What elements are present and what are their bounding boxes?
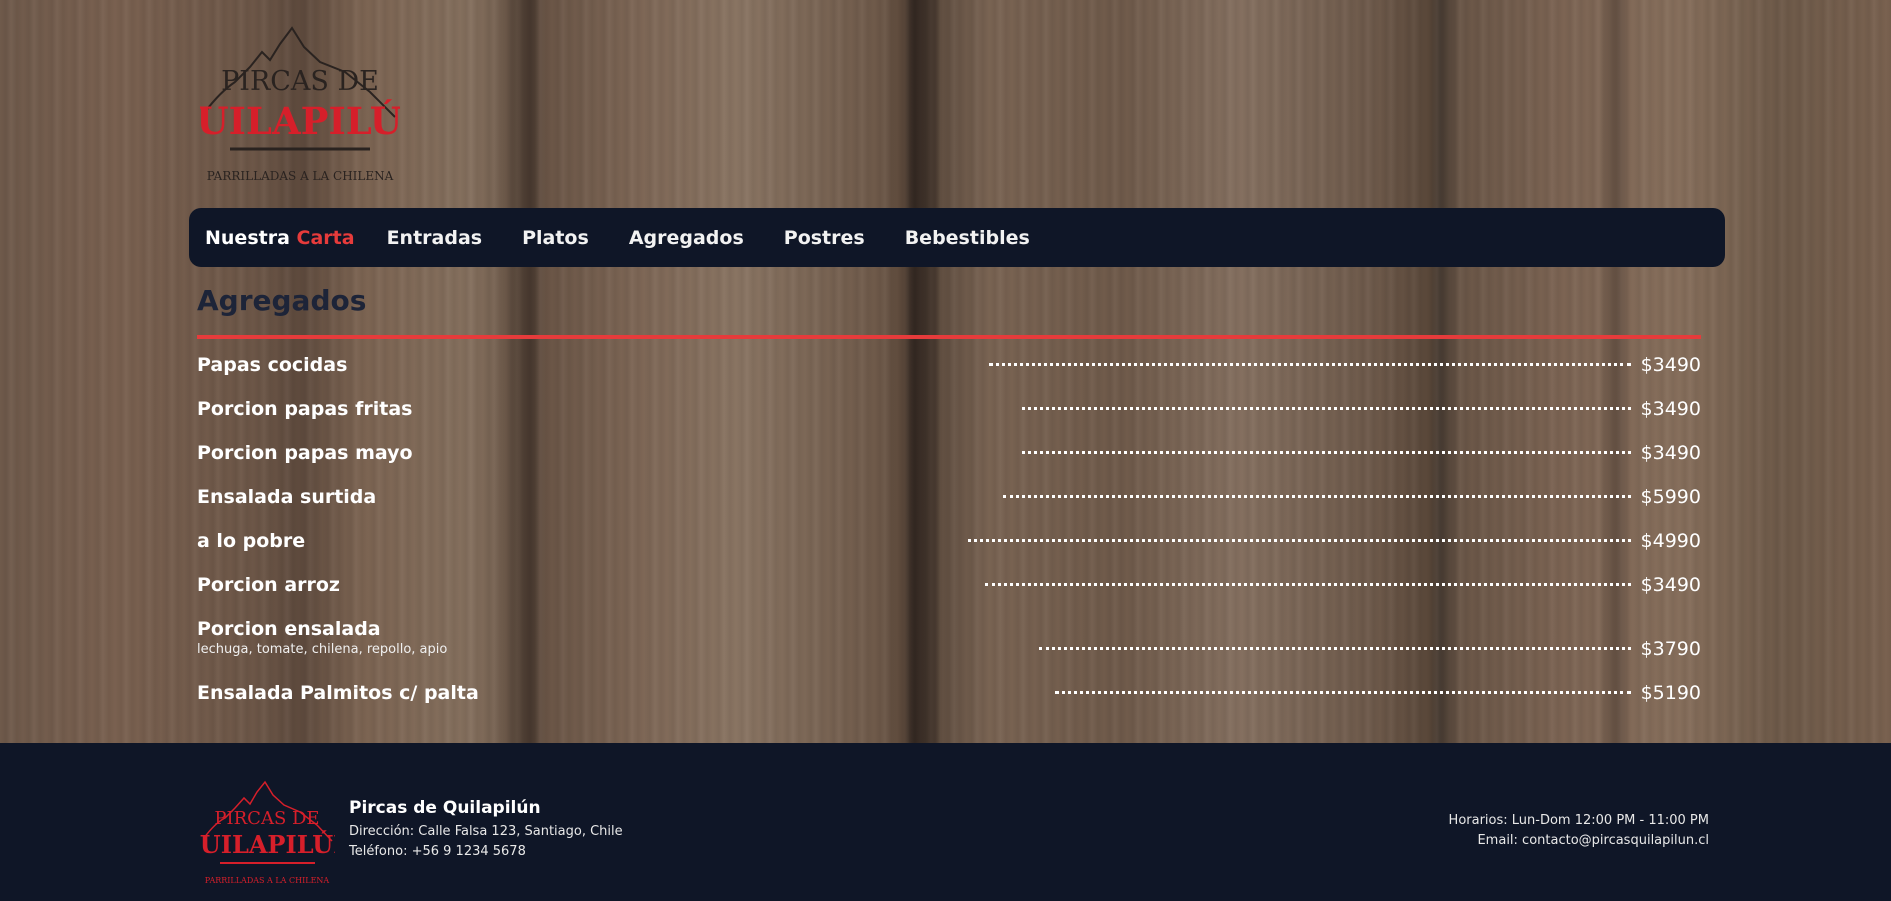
menu-item-text: Porcion ensalada lechuga, tomate, chilen… (197, 616, 447, 658)
menu-item-dots (967, 528, 1631, 542)
footer-business-name: Pircas de Quilapilún (349, 798, 541, 818)
nav-brand[interactable]: Nuestra Carta (205, 227, 355, 249)
menu-item-price: $3490 (1640, 574, 1702, 596)
menu-item-dots (1003, 484, 1631, 498)
menu-item-price: $3790 (1640, 638, 1701, 660)
site-footer: PIRCAS DE QUILAPILÚN PARRILLADAS A LA CH… (0, 743, 1891, 901)
menu-item-text: Porcion papas mayo (197, 440, 413, 466)
site-logo[interactable]: PIRCAS DE QUILAPILÚN PARRILLADAS A LA CH… (164, 22, 436, 187)
section-title: Agregados (197, 284, 367, 317)
menu-item-price: $3490 (1640, 442, 1702, 464)
menu-items-list: Papas cocidas $3490 Porcion papas fritas… (197, 352, 1701, 724)
menu-item-text: Porcion papas fritas (197, 396, 412, 422)
nav-brand-prefix: Nuestra (205, 226, 290, 249)
footer-logo-graphic: PIRCAS DE QUILAPILÚN PARRILLADAS A LA CH… (179, 780, 355, 885)
logo-graphic: PIRCAS DE QUILAPILÚN PARRILLADAS A LA CH… (164, 26, 436, 183)
menu-item-name: Porcion ensalada (197, 618, 381, 640)
menu-item-name: Ensalada surtida (197, 486, 377, 508)
menu-item-description: lechuga, tomate, chilena, repollo, apio (197, 642, 448, 657)
logo-top-text: PIRCAS DE (221, 66, 379, 97)
footer-phone: Teléfono: +56 9 1234 5678 (349, 844, 526, 859)
menu-item-name: Papas cocidas (197, 354, 348, 376)
menu-item-text: Ensalada Palmitos c/ palta (197, 680, 479, 706)
footer-email: Email: contacto@pircasquilapilun.cl (1477, 833, 1709, 848)
menu-item: Porcion arroz $3490 (197, 572, 1701, 616)
nav-link-agregados[interactable]: Agregados (629, 227, 744, 249)
menu-item-price: $5190 (1640, 682, 1702, 704)
menu-item-text: Porcion arroz (197, 572, 340, 598)
menu-item-name: Ensalada Palmitos c/ palta (197, 682, 479, 704)
menu-item-dots (1038, 616, 1631, 650)
menu-item: Ensalada surtida $5990 (197, 484, 1701, 528)
menu-item-price: $4990 (1640, 530, 1701, 552)
menu-item: Ensalada Palmitos c/ palta $5190 (197, 680, 1701, 724)
menu-item-name: a lo pobre (197, 530, 306, 552)
footer-contact-info: Pircas de Quilapilún Dirección: Calle Fa… (349, 798, 623, 862)
nav-brand-accent: Carta (296, 226, 355, 249)
footer-logo[interactable]: PIRCAS DE QUILAPILÚN PARRILLADAS A LA CH… (179, 778, 355, 888)
logo-main-text: QUILAPILÚN (200, 99, 400, 143)
menu-item: Porcion ensalada lechuga, tomate, chilen… (197, 616, 1701, 680)
menu-item-price: $3490 (1640, 354, 1702, 376)
menu-item-text: Ensalada surtida (197, 484, 376, 510)
menu-item-dots (988, 352, 1631, 366)
menu-item-dots (1054, 680, 1631, 694)
menu-item-name: Porcion papas fritas (197, 398, 413, 420)
nav-link-entradas[interactable]: Entradas (387, 227, 483, 249)
menu-item: Papas cocidas $3490 (197, 352, 1701, 396)
menu-item: Porcion papas fritas $3490 (197, 396, 1701, 440)
nav-link-bebestibles[interactable]: Bebestibles (905, 227, 1030, 249)
menu-item-dots (1021, 440, 1631, 454)
footer-hours-email: Horarios: Lun-Dom 12:00 PM - 11:00 PM Em… (1449, 811, 1709, 851)
logo-tagline-text: PARRILLADAS A LA CHILENA (207, 169, 394, 183)
menu-item: a lo pobre $4990 (197, 528, 1701, 572)
menu-item-name: Porcion arroz (197, 574, 340, 596)
menu-item-dots (1021, 396, 1631, 410)
main-navbar: Nuestra Carta Entradas Platos Agregados … (189, 208, 1725, 267)
section-divider (197, 335, 1701, 339)
footer-address: Dirección: Calle Falsa 123, Santiago, Ch… (349, 824, 623, 839)
menu-item-price: $5990 (1640, 486, 1701, 508)
menu-item: Porcion papas mayo $3490 (197, 440, 1701, 484)
footer-hours: Horarios: Lun-Dom 12:00 PM - 11:00 PM (1448, 813, 1709, 828)
footer-logo-top-text: PIRCAS DE (214, 808, 319, 829)
footer-logo-main-text: QUILAPILÚN (200, 830, 335, 859)
nav-link-postres[interactable]: Postres (784, 227, 865, 249)
menu-item-text: a lo pobre (197, 528, 305, 554)
menu-item-dots (985, 572, 1631, 586)
menu-item-text: Papas cocidas (197, 352, 347, 378)
menu-item-name: Porcion papas mayo (197, 442, 413, 464)
footer-logo-tagline-text: PARRILLADAS A LA CHILENA (205, 876, 330, 885)
nav-link-platos[interactable]: Platos (522, 227, 589, 249)
menu-item-price: $3490 (1640, 398, 1701, 420)
